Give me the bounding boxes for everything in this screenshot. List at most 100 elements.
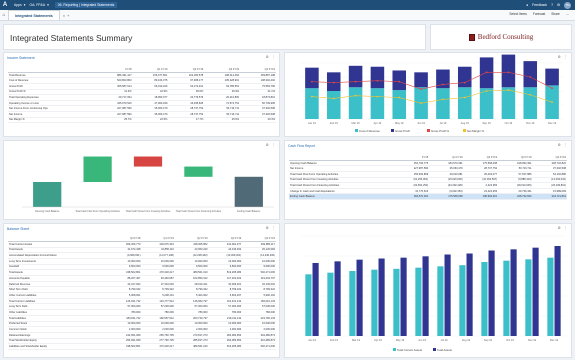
asset-bar	[459, 265, 466, 336]
table-cell: 244,721,891	[532, 193, 567, 201]
row-label: Liabilities and Stockholder Equity	[8, 343, 109, 350]
x-tick-label: Nov 19	[526, 121, 535, 125]
income-combo-chart: Jan 19 Feb 19 Mar 19 Apr 19 May 19 Jun 19 Jul …	[301, 54, 563, 133]
x-tick-label: Opening Cash Balance	[35, 210, 60, 213]
balance-sheet-header[interactable]: Balance Sheet	[7, 227, 29, 231]
panel-options-icon[interactable]: ⚙ ⋮	[266, 55, 276, 59]
x-tick-label: Sep 19	[484, 338, 493, 342]
table-cell: 198,993,391	[463, 193, 499, 201]
share-button[interactable]: Share	[551, 12, 560, 16]
table-cell: 25.7%	[96, 117, 133, 124]
breadcrumb[interactable]: 06. Reporting | Integrated Statements	[54, 2, 118, 8]
apps-menu[interactable]: Apps ▾	[14, 3, 25, 7]
page-title: Integrated Statements Summary	[10, 33, 133, 43]
top-bar: A Apps ▾ OA: FP&A ▾ 06. Reporting | Integr…	[0, 0, 575, 10]
settings-icon[interactable]: ⚙	[557, 3, 560, 7]
panel-options-icon[interactable]: ⚙ ⋮	[558, 143, 568, 147]
legend-label: Total Current Assets	[397, 348, 423, 352]
x-tick-label: Oct 19	[506, 338, 514, 342]
x-tick-label: Dec 19	[550, 338, 559, 342]
line-point	[376, 95, 379, 98]
cash-waterfall-chart: Opening Cash Balance Total Cash Flow From…	[22, 156, 274, 213]
x-tick-label: Feb 19	[330, 338, 339, 342]
asset-bar	[305, 274, 312, 336]
legend-swatch	[433, 348, 436, 351]
bar-gross-profit	[348, 65, 363, 88]
bar-cost-of-revenue	[457, 87, 472, 119]
bar-gross-profit	[523, 61, 538, 88]
bell-icon[interactable]: ●	[526, 3, 528, 7]
line-point	[311, 80, 313, 83]
x-tick-label: Jan 19	[308, 338, 316, 342]
table-cell: 513,295,084	[208, 343, 243, 350]
assets-bar-chart: Jan 19 Feb 19 Mar 19 Apr 19 May 19 Jun 19 Jul …	[301, 235, 565, 352]
table-cell: 540,271,006	[242, 343, 276, 350]
bar-cost-of-revenue	[392, 90, 407, 119]
line-point	[463, 96, 466, 99]
income-statement-panel: Income Statement ⚙ ⋮ FY18 Q1 FY19 Q2 FY19 Q…	[3, 52, 280, 137]
line-point	[442, 83, 444, 86]
table-cell: 175,568,038	[429, 193, 464, 201]
line-point	[442, 98, 444, 101]
bar-cost-of-revenue	[348, 87, 363, 119]
legend-label: Gross Profit %	[431, 129, 450, 133]
asset-bar	[415, 267, 422, 336]
forecast-dropdown[interactable]: Forecast	[533, 12, 545, 16]
bar-cost-of-revenue	[305, 88, 319, 119]
line-point	[529, 93, 532, 96]
line-point	[420, 102, 422, 105]
table-cell: 25.6%	[204, 117, 241, 124]
close-icon[interactable]: ×	[63, 13, 65, 18]
line-point	[398, 80, 401, 83]
line-point	[551, 101, 553, 104]
bar-cost-of-revenue	[326, 91, 341, 119]
asset-bar	[356, 259, 363, 336]
line-point	[420, 88, 422, 91]
tab-bar: ⌂ Integrated Statements × + Select Items …	[0, 10, 575, 21]
cash-flow-panel: Cash Flow Report ⚙ ⋮ FY18 Q1 FY19 Q2 FY19 Q…	[284, 140, 572, 220]
x-tick-label: Total Cash Flows From Investing Activiti…	[126, 210, 171, 213]
table-row[interactable]: Ending Cash Balance 184,570,391 175,568,03…	[289, 193, 567, 201]
tab-integrated-statements[interactable]: Integrated Statements	[8, 10, 60, 20]
line-point	[529, 76, 532, 78]
asset-bar	[481, 262, 488, 336]
income-statement-header[interactable]: Income Statement	[7, 56, 35, 60]
waterfall-bar	[234, 176, 263, 207]
cash-flow-header[interactable]: Cash Flow Report	[288, 144, 315, 148]
table-row[interactable]: Liabilities and Stockholder Equity 438,50…	[8, 343, 276, 350]
asset-bar	[349, 271, 356, 336]
chevron-down-icon: ▾	[23, 3, 26, 7]
apps-label: Apps	[14, 3, 22, 7]
product-menu[interactable]: OA: FP&A ▾	[29, 3, 48, 7]
asset-bar	[503, 260, 510, 336]
asset-bar	[334, 261, 341, 336]
balance-sheet-table: Q4 FY18 Q1 FY19 Q2 FY19 Q3 FY19 Q4 FY19 Total…	[8, 236, 276, 350]
table-row[interactable]: Net Margin % 25.7% 22.5% 17.7% 25.6% 20.3%	[8, 117, 276, 124]
line-point	[507, 89, 510, 91]
avatar[interactable]: TM	[564, 1, 571, 9]
select-items-dropdown[interactable]: Select Items	[509, 12, 527, 16]
more-icon[interactable]: ⋯	[566, 12, 569, 16]
bar-cost-of-revenue	[501, 87, 516, 119]
line-point	[354, 94, 357, 97]
add-tab-icon[interactable]: +	[67, 13, 69, 18]
panel-options-icon[interactable]: ⚙ ⋮	[266, 226, 276, 230]
help-icon[interactable]: ?	[551, 3, 553, 7]
home-icon[interactable]: ⌂	[0, 10, 8, 20]
product-label: OA: FP&A	[29, 3, 46, 7]
income-statement-table: FY18 Q1 FY19 Q2 FY19 Q3 FY19 Q4 FY19 Total Re…	[8, 67, 276, 124]
x-tick-label: Jun 19	[417, 121, 425, 125]
legend-swatch	[427, 129, 430, 132]
line-point	[311, 95, 313, 98]
feedback-link[interactable]: Feedback	[532, 3, 547, 7]
chevron-down-icon: ▾	[47, 3, 49, 7]
line-point	[463, 81, 466, 84]
line-point	[332, 81, 335, 84]
bar-cost-of-revenue	[479, 88, 494, 119]
x-tick-label: Oct 19	[505, 121, 513, 125]
bar-gross-profit	[370, 66, 385, 89]
bar-gross-profit	[305, 67, 319, 89]
asset-bar	[378, 258, 385, 336]
line-point	[332, 97, 335, 100]
app-logo[interactable]: A	[0, 0, 10, 10]
